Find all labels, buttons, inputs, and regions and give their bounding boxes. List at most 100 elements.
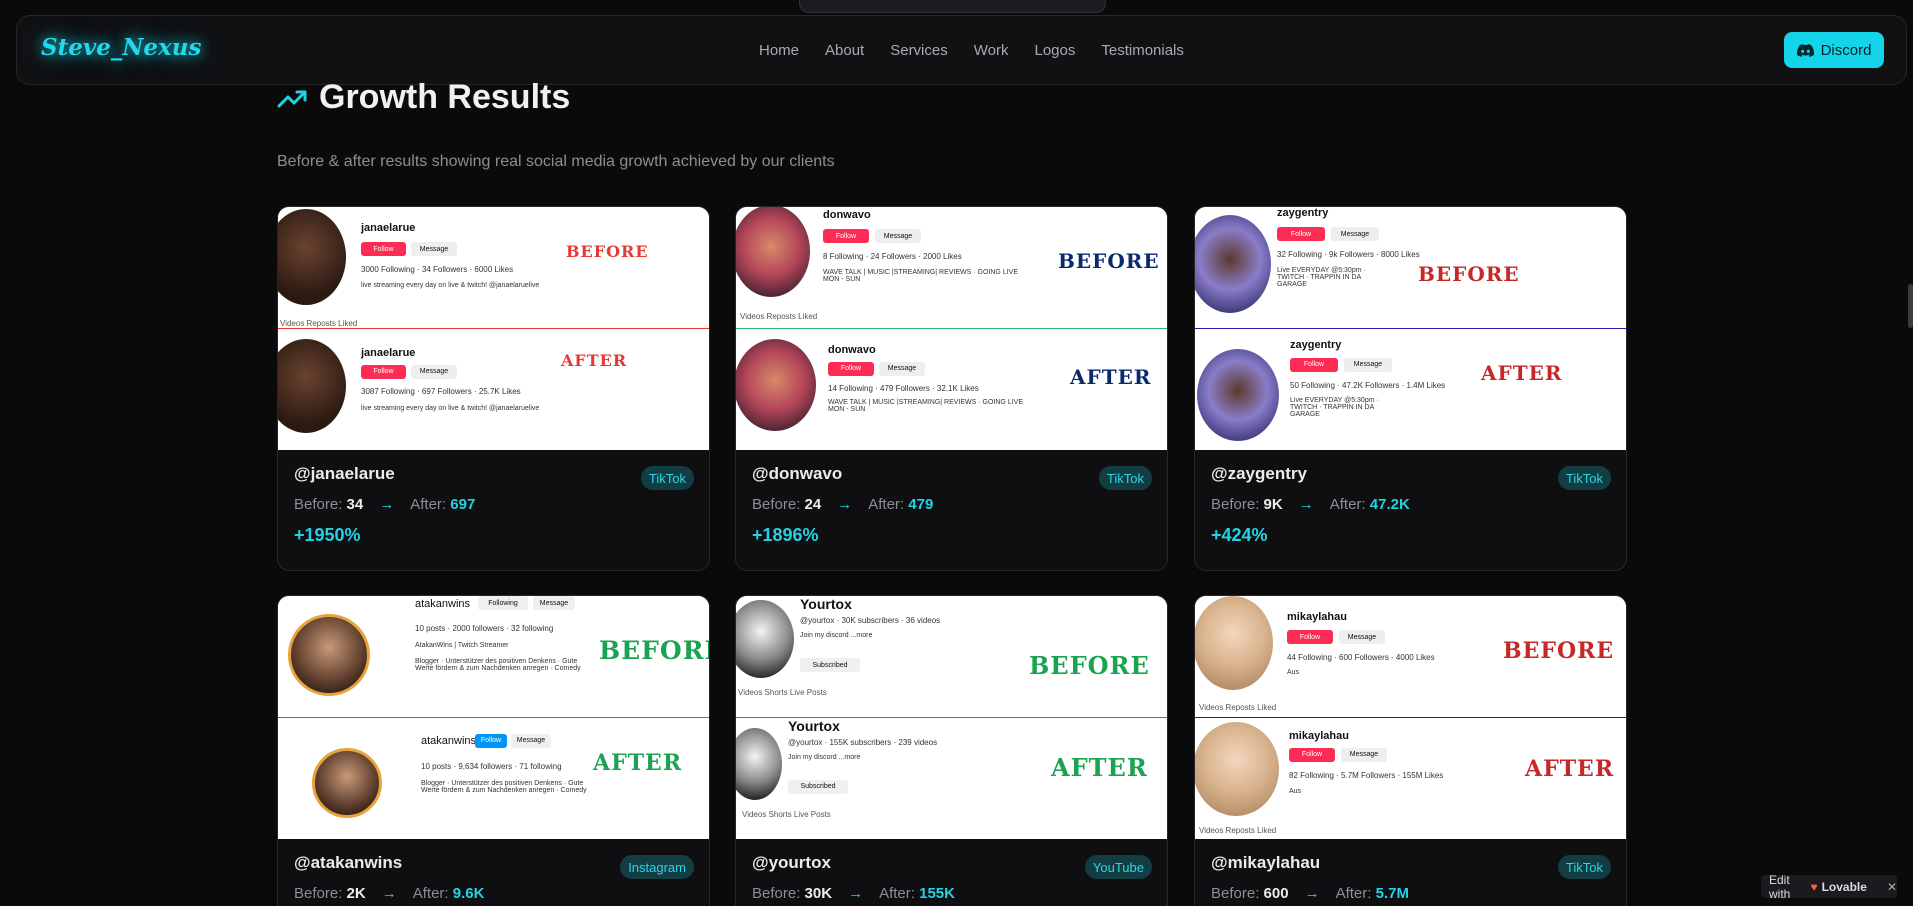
before-after-screenshot: zaygentry Follow Message 32 Following · …	[1195, 207, 1626, 450]
after-label: After:	[412, 885, 449, 902]
before-label: Before:	[1211, 496, 1260, 513]
edit-with-lovable-badge[interactable]: Edit with ♥ Lovable ✕	[1761, 873, 1897, 901]
profile-bio: live streaming every day on live & twitc…	[361, 404, 540, 412]
stamp-before: BEFORE	[1058, 249, 1160, 273]
after-value: 479	[908, 496, 934, 513]
follow-button: Follow	[475, 733, 507, 748]
before-after-stats: Before: 24 → After: 479	[752, 496, 1151, 513]
before-after-stats: Before: 9K → After: 47.2K	[1211, 496, 1610, 513]
discord-label: Discord	[1820, 41, 1872, 59]
stamp-after: AFTER	[1051, 752, 1148, 782]
after-profile: mikaylahau Follow Message 82 Following ·…	[1195, 717, 1626, 839]
subscribed-button: Subscribed	[800, 658, 860, 672]
profile-bio: WAVE TALK | MUSIC |STREAMING| REVIEWS · …	[828, 398, 1024, 413]
close-icon[interactable]: ✕	[1887, 880, 1897, 894]
follow-button: Follow	[361, 364, 406, 379]
avatar	[736, 727, 782, 800]
after-value: 47.2K	[1369, 496, 1410, 513]
before-profile: Yourtox @yourtox · 30K subscribers · 36 …	[736, 596, 1167, 718]
before-label: Before:	[752, 885, 801, 902]
growth-percent: +424%	[1211, 525, 1268, 545]
before-after-screenshot: atakanwins Following Message 10 posts · …	[278, 596, 709, 839]
follow-button: Follow	[828, 361, 874, 376]
top-handle-tab	[799, 0, 1106, 13]
after-value: 155K	[919, 885, 955, 902]
before-profile: mikaylahau Follow Message 44 Following ·…	[1195, 596, 1626, 718]
arrow-icon: →	[381, 885, 397, 902]
nav-logos[interactable]: Logos	[1034, 42, 1075, 59]
stamp-after: AFTER	[1070, 364, 1152, 389]
before-value: 34	[346, 496, 364, 513]
brand-logo[interactable]: Steve_Nexus	[41, 34, 201, 61]
profile-bio: Live EVERYDAY @5:30pm · TWITCH · TRAPPIN…	[1277, 267, 1366, 288]
follow-button: Follow	[823, 229, 869, 243]
before-after-screenshot: mikaylahau Follow Message 44 Following ·…	[1195, 596, 1626, 839]
message-button: Message	[875, 229, 921, 243]
before-value: 600	[1263, 885, 1289, 902]
avatar	[736, 338, 816, 431]
before-after-screenshot: donwavo Follow Message 8 Following · 24 …	[736, 207, 1167, 450]
result-card-mikaylahau[interactable]: mikaylahau Follow Message 44 Following ·…	[1194, 595, 1627, 906]
section-header: Growth Results	[277, 78, 570, 117]
profile-stats: @yourtox · 155K subscribers · 239 videos	[788, 737, 938, 747]
nav-services[interactable]: Services	[890, 42, 948, 59]
before-after-stats: Before: 34 → After: 697	[294, 496, 693, 513]
result-card-janaelarue[interactable]: janaelarue Follow Message 3000 Following…	[277, 206, 710, 571]
profile-stats: 32 Following · 9k Followers · 8000 Likes	[1277, 250, 1420, 259]
card-body: @atakanwins Instagram Before: 2K → After: …	[278, 839, 709, 902]
result-card-zaygentry[interactable]: zaygentry Follow Message 32 Following · …	[1194, 206, 1627, 571]
message-button: Message	[411, 364, 457, 379]
card-body: @zaygentry TikTok Before: 9K → After: 47.2…	[1195, 450, 1626, 546]
nav-testimonials[interactable]: Testimonials	[1101, 42, 1184, 59]
result-card-atakanwins[interactable]: atakanwins Following Message 10 posts · …	[277, 595, 710, 906]
profile-tabs: Videos Reposts Liked	[1199, 703, 1277, 712]
profile-stats: 50 Following · 47.2K Followers · 1.4M Li…	[1290, 380, 1446, 390]
result-card-yourtox[interactable]: Yourtox @yourtox · 30K subscribers · 36 …	[735, 595, 1168, 906]
stamp-before: BEFORE	[1418, 262, 1520, 286]
stamp-before: BEFORE	[566, 242, 649, 261]
before-profile: janaelarue Follow Message 3000 Following…	[278, 207, 709, 329]
nav-about[interactable]: About	[825, 42, 864, 59]
profile-name: janaelarue	[361, 222, 416, 234]
before-label: Before:	[1211, 885, 1260, 902]
message-button: Message	[1331, 227, 1379, 241]
follow-button: Follow	[1277, 227, 1325, 241]
platform-badge: TikTok	[1557, 855, 1611, 879]
after-value: 697	[450, 496, 476, 513]
message-button: Message	[411, 242, 457, 256]
result-card-donwavo[interactable]: donwavo Follow Message 8 Following · 24 …	[735, 206, 1168, 571]
profile-name: mikaylahau	[1289, 729, 1349, 742]
message-button: Message	[533, 596, 575, 610]
before-value: 24	[804, 496, 822, 513]
scrollbar-thumb[interactable]	[1908, 284, 1913, 328]
before-profile: atakanwins Following Message 10 posts · …	[278, 596, 709, 718]
after-profile: janaelarue Follow Message 3087 Following…	[278, 328, 709, 450]
card-body: @yourtox YouTube Before: 30K → After: 155K	[736, 839, 1167, 902]
before-value: 2K	[346, 885, 366, 902]
stamp-after: AFTER	[561, 350, 628, 370]
discord-button[interactable]: Discord	[1784, 32, 1884, 68]
profile-stats: @yourtox · 30K subscribers · 36 videos	[800, 616, 941, 625]
growth-percent: +1896%	[752, 525, 819, 545]
profile-tabs: Videos Reposts Liked	[740, 312, 818, 321]
stamp-after: AFTER	[1525, 755, 1615, 782]
after-value: 9.6K	[452, 885, 485, 902]
nav-work[interactable]: Work	[974, 42, 1009, 59]
profile-name: donwavo	[823, 209, 871, 221]
profile-stats: 44 Following · 600 Followers · 4000 Like…	[1287, 653, 1435, 662]
profile-name: Yourtox	[800, 596, 852, 612]
profile-tabs: Videos Shorts Live Posts	[742, 809, 831, 819]
card-body: @mikaylahau TikTok Before: 600 → After: 5.…	[1195, 839, 1626, 902]
profile-tabs: Videos Shorts Live Posts	[738, 688, 827, 697]
profile-bio: Live EVERYDAY @5:30pm · TWITCH · TRAPPIN…	[1290, 396, 1379, 418]
stamp-after: AFTER	[593, 749, 683, 776]
message-button: Message	[511, 733, 551, 748]
follow-button: Follow	[1287, 630, 1333, 644]
profile-stats: 10 posts · 2000 followers · 32 following	[415, 624, 554, 633]
navbar: Steve_Nexus Home About Services Work Log…	[16, 15, 1907, 85]
nav-home[interactable]: Home	[759, 42, 799, 59]
before-after-screenshot: janaelarue Follow Message 3000 Following…	[278, 207, 709, 450]
nav-links: Home About Services Work Logos Testimoni…	[759, 16, 1184, 84]
message-button: Message	[1344, 357, 1392, 372]
avatar	[278, 209, 346, 305]
